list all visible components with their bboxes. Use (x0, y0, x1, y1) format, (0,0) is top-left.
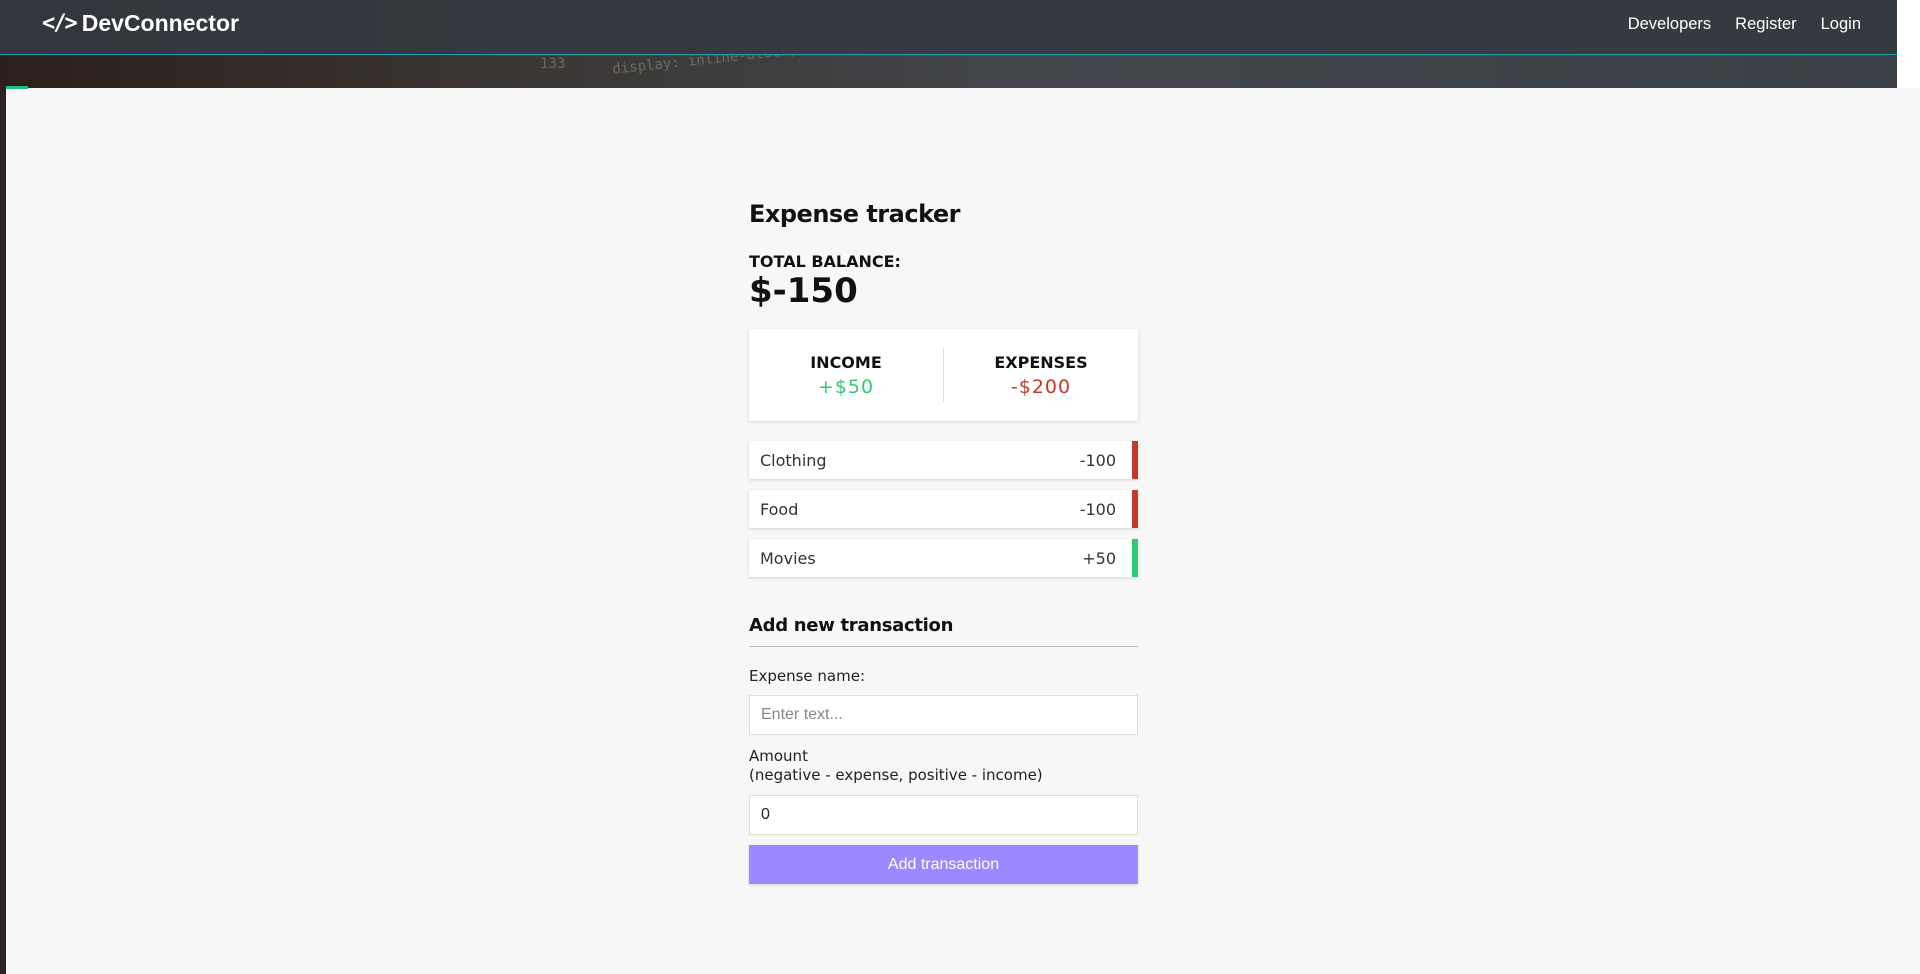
expenses-label: EXPENSES (994, 352, 1088, 372)
navbar: </> DevConnector Developers Register Log… (0, 0, 1897, 55)
income-expense-card: INCOME +$50 EXPENSES -$200 (749, 329, 1138, 421)
transaction-name: Food (760, 499, 799, 519)
page-title: Expense tracker (749, 200, 961, 228)
add-transaction-title: Add new transaction (749, 615, 1138, 647)
list-item[interactable]: Movies +50 (749, 539, 1138, 577)
expenses-column: EXPENSES -$200 (944, 353, 1138, 398)
expense-tracker: Expense tracker TOTAL BALANCE: $-150 INC… (749, 200, 1138, 884)
list-item[interactable]: Food -100 (749, 490, 1138, 528)
brand-link[interactable]: </> DevConnector (42, 10, 239, 37)
income-label: INCOME (810, 352, 882, 372)
transaction-name: Movies (760, 548, 816, 568)
code-icon: </> (42, 11, 78, 36)
amount-label: Amount (negative - expense, positive - i… (749, 747, 1138, 785)
nav-link-register[interactable]: Register (1735, 15, 1796, 34)
expense-name-input[interactable] (749, 695, 1138, 735)
transaction-list: Clothing -100 Food -100 Movies +50 (749, 441, 1138, 577)
add-transaction-form: Expense name: Amount (negative - expense… (749, 667, 1138, 884)
expense-name-label: Expense name: (749, 667, 866, 685)
balance-value: $-150 (749, 271, 858, 311)
accent-mark (6, 86, 28, 89)
nav-links: Developers Register Login (1604, 15, 1861, 34)
add-transaction-button[interactable]: Add transaction (749, 845, 1138, 884)
expenses-value: -$200 (1010, 375, 1072, 398)
balance-label: TOTAL BALANCE: (749, 252, 901, 271)
brand-name: DevConnector (81, 10, 239, 36)
amount-label-title: Amount (749, 747, 808, 765)
nav-link-login[interactable]: Login (1821, 15, 1861, 34)
transaction-name: Clothing (760, 450, 827, 470)
transaction-amount: -100 (1079, 499, 1116, 519)
income-column: INCOME +$50 (749, 353, 943, 398)
income-value: +$50 (817, 375, 875, 398)
amount-input[interactable] (749, 795, 1138, 835)
background-code-line-number: 133 (540, 56, 566, 72)
transaction-amount: -100 (1079, 450, 1116, 470)
right-white-strip (1897, 0, 1920, 88)
nav-link-developers[interactable]: Developers (1628, 15, 1711, 34)
amount-label-hint: (negative - expense, positive - income) (749, 766, 1043, 784)
list-item[interactable]: Clothing -100 (749, 441, 1138, 479)
transaction-amount: +50 (1082, 548, 1116, 568)
